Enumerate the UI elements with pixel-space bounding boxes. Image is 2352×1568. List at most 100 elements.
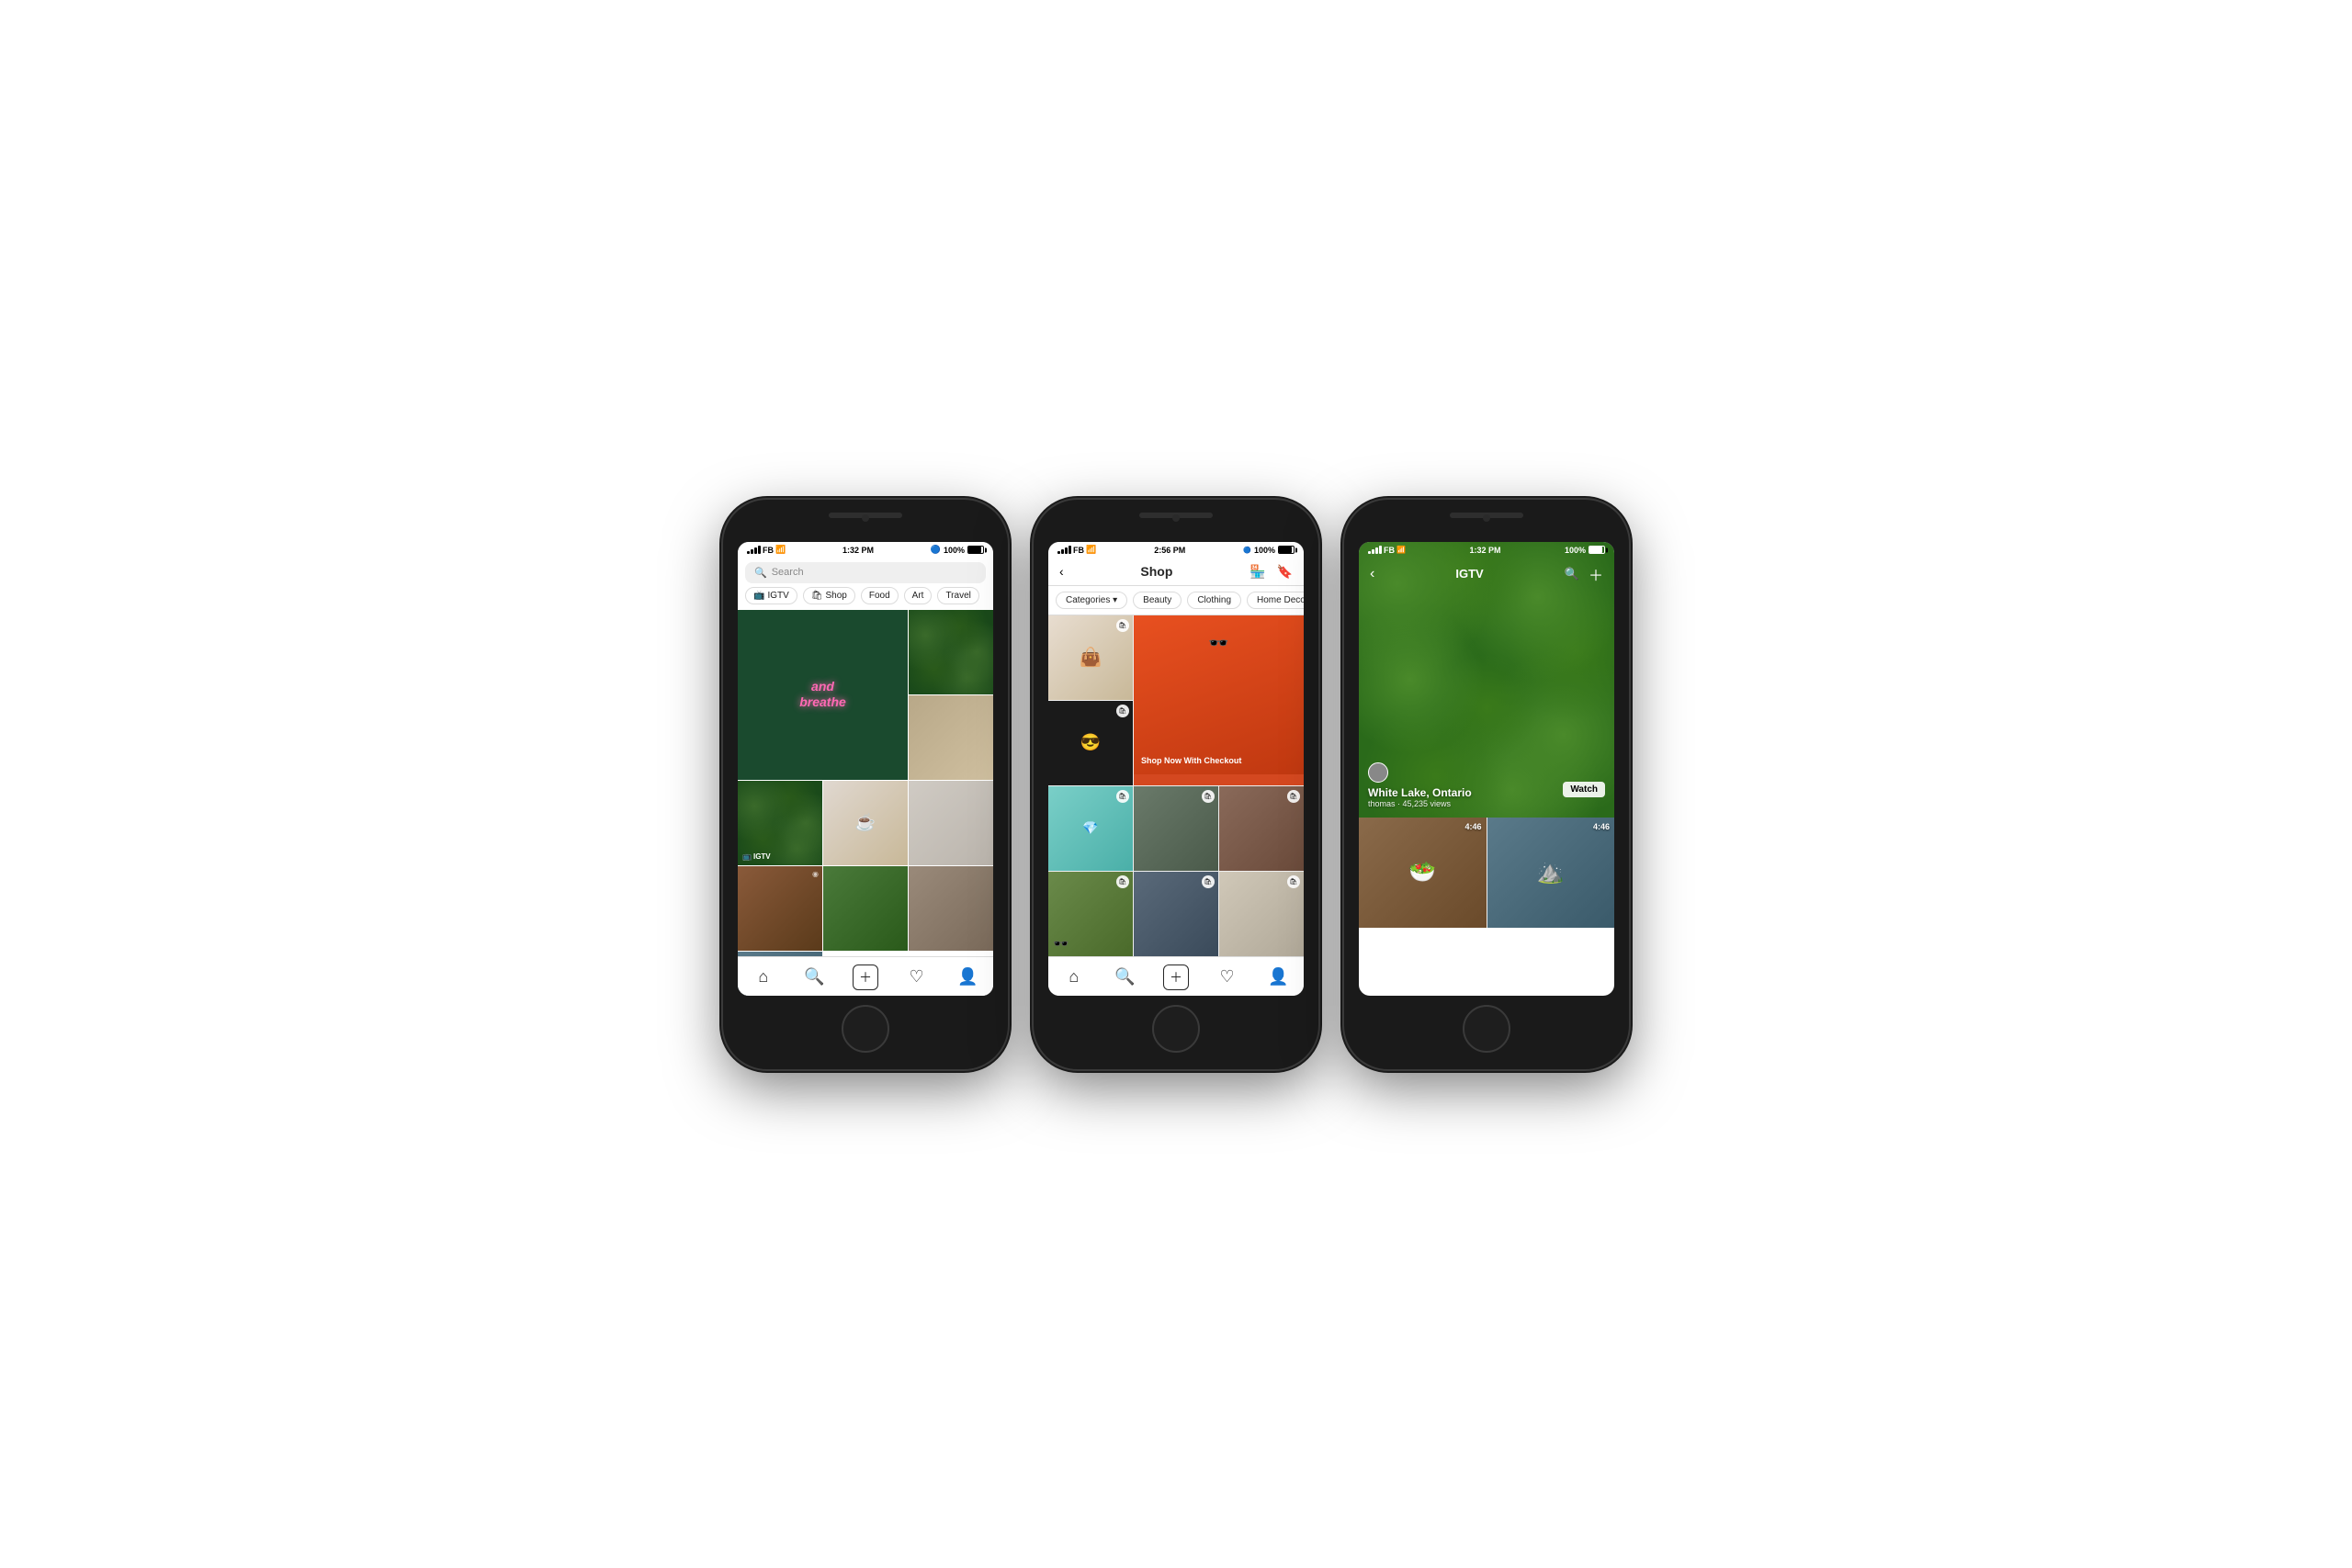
status-bar-3: FB 📶 1:32 PM 100% [1359,542,1614,558]
nav-profile-1[interactable]: 👤 [955,964,980,990]
igtv-title: IGTV [1455,567,1483,581]
shop-item-sunglasses[interactable]: 😎 🛍 [1048,701,1133,785]
tab-food[interactable]: Food [861,587,899,604]
shop-bookmark-icon[interactable]: 🔖 [1277,564,1293,580]
travel-tab-label: Travel [945,591,970,601]
shop-badge-purse: 🛍 [1116,790,1129,803]
shop-tab-label: Shop [826,591,847,601]
shop-badge-fitness: 🛍 [1202,875,1215,888]
add-icon-3[interactable]: ＋ [1589,563,1603,585]
battery-icon-1 [967,546,984,554]
search-icon-1: 🔍 [754,567,767,579]
carrier-1: FB [763,546,774,555]
tab-art[interactable]: Art [904,587,933,604]
shop-badge-grass: 🛍 [1116,875,1129,888]
battery-text-2: 100% [1254,546,1275,555]
grid-item-neon[interactable]: andbreathe [738,610,908,780]
nav-add-2[interactable]: ＋ [1163,964,1189,990]
battery-text-3: 100% [1565,546,1586,555]
filter-beauty[interactable]: Beauty [1133,592,1182,609]
grid-item-shelf[interactable] [909,695,993,780]
phone-3-screen: FB 📶 1:32 PM 100% ‹ IGTV 🔍 ＋ [1359,542,1614,996]
search-bar-1[interactable]: 🔍 Search [745,562,986,583]
grid-item-crowd[interactable]: ◉ [738,866,822,951]
shop-item-shoes[interactable]: 🛍 [1219,872,1304,956]
grid-item-tree[interactable] [909,610,993,694]
nav-profile-2[interactable]: 👤 [1265,964,1291,990]
phones-container: FB 📶 1:32 PM 🔵 100% 🔍 Search 📺 [723,500,1629,1069]
categories-label: Categories ▾ [1066,595,1117,605]
video-location: White Lake, Ontario [1368,786,1472,799]
time-2: 2:56 PM [1154,546,1185,555]
explore-tabs: 📺 IGTV 🛍 Shop Food Art Travel [738,587,993,610]
igtv-vid-mountain[interactable]: ⛰️ 4:46 [1487,818,1615,928]
shop-item-bag[interactable]: 👜 🛍 [1048,615,1133,700]
search-placeholder-1: Search [772,567,804,578]
nav-heart-2[interactable]: ♡ [1215,964,1240,990]
search-icon-3[interactable]: 🔍 [1565,567,1579,581]
shop-grid: 👜 🛍 🕶️ Shop Now With Checkout 😎 🛍 💎 [1048,615,1304,956]
nav-home-1[interactable]: ⌂ [751,964,776,990]
back-icon-2[interactable]: ‹ [1059,564,1064,579]
grid-item-dog[interactable] [909,866,993,951]
grid-item-coffee[interactable]: ☕ [823,781,908,865]
vid-time-1: 4:46 [1464,822,1481,831]
back-icon-3[interactable]: ‹ [1370,566,1374,582]
beauty-label: Beauty [1143,595,1171,605]
shop-tab-icon: 🛍 [811,591,823,601]
time-3: 1:32 PM [1469,546,1500,555]
home-button-3[interactable] [1463,1005,1510,1053]
battery-icon-2 [1278,546,1295,554]
home-button-1[interactable] [842,1005,889,1053]
grid-item-igtv-thumb[interactable]: 📺IGTV [738,781,822,865]
status-bar-1: FB 📶 1:32 PM 🔵 100% [738,542,993,558]
shop-title: Shop [1140,564,1172,579]
nav-add-1[interactable]: ＋ [853,964,878,990]
phone-2-shop: FB 📶 2:56 PM 🔵 100% ‹ Shop 🏪 🔖 [1034,500,1318,1069]
shop-item-banner[interactable]: 🕶️ Shop Now With Checkout [1134,615,1304,785]
author-avatar [1368,762,1388,783]
tab-shop[interactable]: 🛍 Shop [803,587,855,604]
shop-filter-bar: Categories ▾ Beauty Clothing Home Decor [1048,586,1304,615]
phone-2-screen: FB 📶 2:56 PM 🔵 100% ‹ Shop 🏪 🔖 [1048,542,1304,996]
phone-1-explore: FB 📶 1:32 PM 🔵 100% 🔍 Search 📺 [723,500,1008,1069]
home-decor-label: Home Decor [1257,595,1304,605]
nav-search-1[interactable]: 🔍 [801,964,827,990]
shop-badge-model: 🛍 [1287,790,1300,803]
wifi-icon: 📶 [775,545,786,555]
igtv-vid-bread[interactable]: 🥗 4:46 [1359,818,1487,928]
wifi-icon-3: 📶 [1396,546,1406,554]
shop-item-purse[interactable]: 💎 🛍 [1048,786,1133,871]
nav-search-2[interactable]: 🔍 [1112,964,1137,990]
bottom-nav-2: ⌂ 🔍 ＋ ♡ 👤 [1048,956,1304,996]
video-overlay: White Lake, Ontario thomas · 45,235 view… [1359,762,1614,808]
shop-store-icon[interactable]: 🏪 [1250,564,1265,580]
shop-item-grass[interactable]: 🕶️ 🛍 [1048,872,1133,956]
filter-home-decor[interactable]: Home Decor [1247,592,1304,609]
watch-button[interactable]: Watch [1563,782,1605,797]
signal-icon-2 [1057,546,1071,554]
nav-heart-1[interactable]: ♡ [904,964,930,990]
phone-3-igtv: FB 📶 1:32 PM 100% ‹ IGTV 🔍 ＋ [1344,500,1629,1069]
wifi-icon-2: 📶 [1086,545,1096,555]
explore-grid: andbreathe 📺IGTV ☕ [738,610,993,996]
shop-item-street[interactable]: 🛍 [1134,786,1218,871]
nav-home-2[interactable]: ⌂ [1061,964,1087,990]
video-author: thomas · 45,235 views [1368,799,1472,808]
carrier-2: FB [1073,546,1084,555]
filter-clothing[interactable]: Clothing [1187,592,1241,609]
filter-categories[interactable]: Categories ▾ [1056,592,1127,609]
shop-item-model[interactable]: 🛍 [1219,786,1304,871]
shop-item-fitness[interactable]: 🛍 [1134,872,1218,956]
battery-text-1: 100% [944,546,965,555]
igtv-hero: FB 📶 1:32 PM 100% ‹ IGTV 🔍 ＋ [1359,542,1614,818]
grid-item-statue[interactable] [909,781,993,865]
banner-text: Shop Now With Checkout [1141,756,1241,767]
grid-item-plant[interactable] [823,866,908,951]
tab-travel[interactable]: Travel [937,587,978,604]
tab-igtv[interactable]: 📺 IGTV [745,587,797,604]
home-button-2[interactable] [1152,1005,1200,1053]
phone-1-screen: FB 📶 1:32 PM 🔵 100% 🔍 Search 📺 [738,542,993,996]
shop-badge-street: 🛍 [1202,790,1215,803]
bottom-nav-1: ⌂ 🔍 ＋ ♡ 👤 [738,956,993,996]
